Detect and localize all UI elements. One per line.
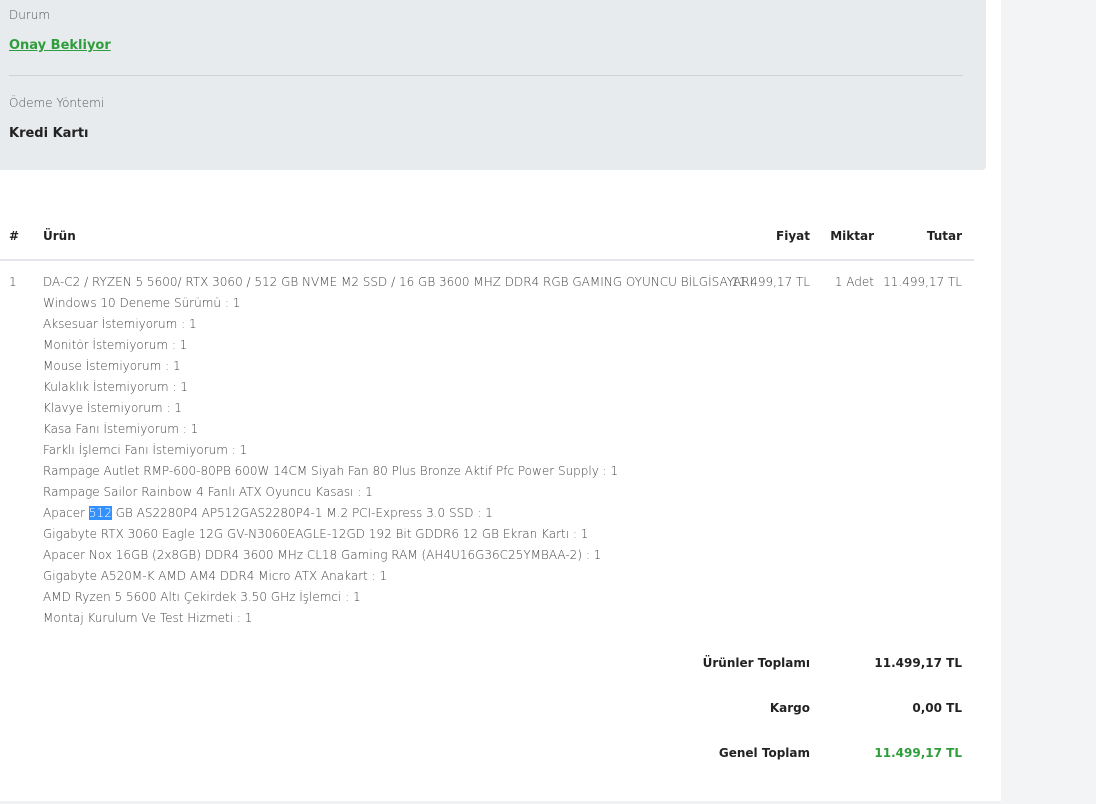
header-quantity: Miktar — [830, 229, 874, 243]
order-detail-page: Durum Onay Bekliyor Ödeme Yöntemi Kredi … — [0, 0, 1096, 804]
ssd-suffix: GB AS2280P4 AP512GAS2280P4-1 M.2 PCI-Exp… — [111, 506, 493, 520]
list-item: Monitör İstemiyorum : 1 — [43, 338, 188, 352]
right-gutter — [1001, 0, 1096, 804]
subtotal-value: 11.499,17 TL — [874, 656, 962, 670]
status-label: Durum — [9, 8, 51, 22]
list-item: AMD Ryzen 5 5600 Altı Çekirdek 3.50 GHz … — [43, 590, 361, 604]
product-options-list: Windows 10 Deneme Sürümü : 1 Aksesuar İs… — [43, 293, 618, 629]
list-item: Kasa Fanı İstemiyorum : 1 — [43, 422, 199, 436]
header-index: # — [9, 229, 20, 243]
order-info-card: Durum Onay Bekliyor Ödeme Yöntemi Kredi … — [0, 0, 986, 170]
shipping-value: 0,00 TL — [912, 701, 962, 715]
list-item: Montaj Kurulum Ve Test Hizmeti : 1 — [43, 611, 253, 625]
status-link[interactable]: Onay Bekliyor — [9, 38, 111, 53]
info-divider — [9, 75, 963, 76]
row-total: 11.499,17 TL — [883, 275, 962, 289]
list-item: Apacer Nox 16GB (2x8GB) DDR4 3600 MHz CL… — [43, 548, 602, 562]
list-item: Rampage Autlet RMP-600-80PB 600W 14CM Si… — [43, 464, 619, 478]
list-item: Gigabyte A520M-K AMD AM4 DDR4 Micro ATX … — [43, 569, 388, 583]
list-item: Rampage Sailor Rainbow 4 Fanlı ATX Oyunc… — [43, 485, 373, 499]
list-item: Klavye İstemiyorum : 1 — [43, 401, 182, 415]
list-item: Farklı İşlemci Fanı İstemiyorum : 1 — [43, 443, 248, 457]
list-item: Aksesuar İstemiyorum : 1 — [43, 317, 197, 331]
header-total: Tutar — [926, 229, 962, 243]
subtotal-label: Ürünler Toplamı — [702, 656, 810, 670]
table-header-divider — [0, 259, 974, 261]
grand-total-label: Genel Toplam — [718, 746, 810, 760]
list-item: Gigabyte RTX 3060 Eagle 12G GV-N3060EAGL… — [43, 527, 589, 541]
list-item-ssd: Apacer 512 GB AS2280P4 AP512GAS2280P4-1 … — [43, 503, 618, 524]
list-item: Kulaklık İstemiyorum : 1 — [43, 380, 188, 394]
selected-text: 512 — [88, 506, 112, 520]
row-index: 1 — [9, 275, 17, 289]
header-price: Fiyat — [776, 229, 810, 243]
product-name: DA-C2 / RYZEN 5 5600/ RTX 3060 / 512 GB … — [43, 275, 754, 289]
payment-value: Kredi Kartı — [9, 126, 89, 141]
status-value[interactable]: Onay Bekliyor — [9, 38, 111, 53]
header-product: Ürün — [43, 229, 76, 243]
shipping-label: Kargo — [769, 701, 810, 715]
list-item: Mouse İstemiyorum : 1 — [43, 359, 181, 373]
row-price: 11.499,17 TL — [731, 275, 810, 289]
list-item: Windows 10 Deneme Sürümü : 1 — [43, 296, 241, 310]
ssd-prefix: Apacer — [43, 506, 89, 520]
grand-total-value: 11.499,17 TL — [874, 746, 962, 760]
payment-label: Ödeme Yöntemi — [9, 96, 105, 110]
